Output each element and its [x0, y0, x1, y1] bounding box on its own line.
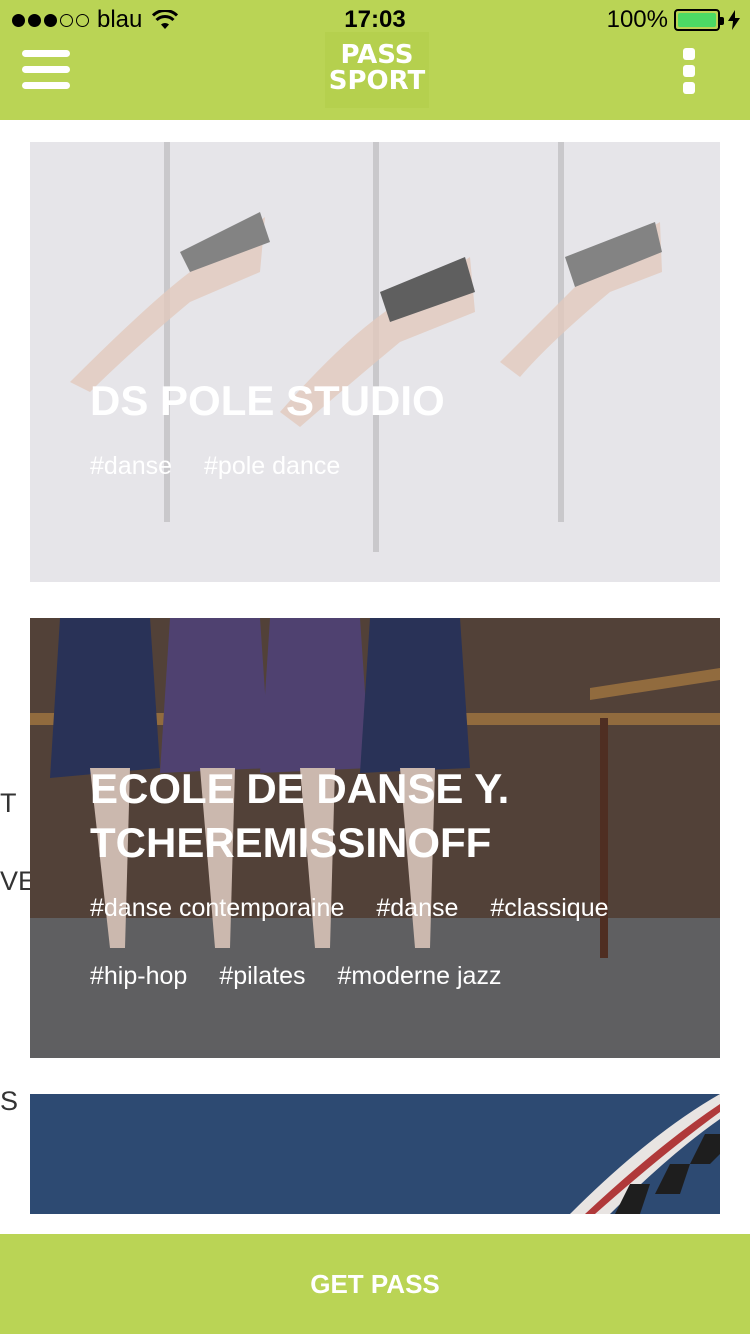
battery-percent: 100%	[606, 6, 668, 33]
app-header: blau 17:03 100% PASS SPORT	[0, 0, 750, 120]
tag-list: #danse contemporaine #danse #classique #…	[90, 889, 700, 995]
hamburger-icon[interactable]	[22, 50, 70, 92]
tag[interactable]: #pole dance	[204, 447, 340, 485]
side-text-fragment: S	[0, 1086, 19, 1116]
charging-bolt-icon	[728, 10, 740, 30]
tag[interactable]: #pilates	[219, 957, 305, 995]
tag[interactable]: #danse	[376, 889, 458, 927]
tag[interactable]: #moderne jazz	[337, 957, 501, 995]
more-vertical-icon[interactable]	[683, 48, 699, 94]
tag-list: #danse #pole dance	[90, 447, 700, 485]
tag[interactable]: #hip-hop	[90, 957, 187, 995]
boat-hull-photo	[30, 1094, 720, 1214]
logo-line-1: PASS	[340, 40, 414, 70]
studio-title: ECOLE DE DANSE Y. TCHEREMISSINOFF	[90, 765, 510, 866]
side-text-fragment: T	[0, 788, 17, 818]
studio-card[interactable]	[30, 1094, 720, 1214]
tag[interactable]: #danse contemporaine	[90, 889, 344, 927]
tag[interactable]: #danse	[90, 447, 172, 485]
studio-title: DS POLE STUDIO	[90, 377, 445, 424]
battery-icon	[674, 9, 724, 31]
tag[interactable]: #classique	[490, 889, 608, 927]
pole-dance-photo	[30, 142, 720, 582]
get-pass-button[interactable]: GET PASS	[0, 1234, 750, 1334]
pass-sport-logo: PASS SPORT	[325, 32, 429, 108]
studio-card[interactable]: DS POLE STUDIO #danse #pole dance	[30, 142, 720, 582]
studio-card[interactable]: ECOLE DE DANSE Y. TCHEREMISSINOFF #danse…	[30, 618, 720, 1058]
logo-line-2: SPORT	[328, 66, 426, 96]
